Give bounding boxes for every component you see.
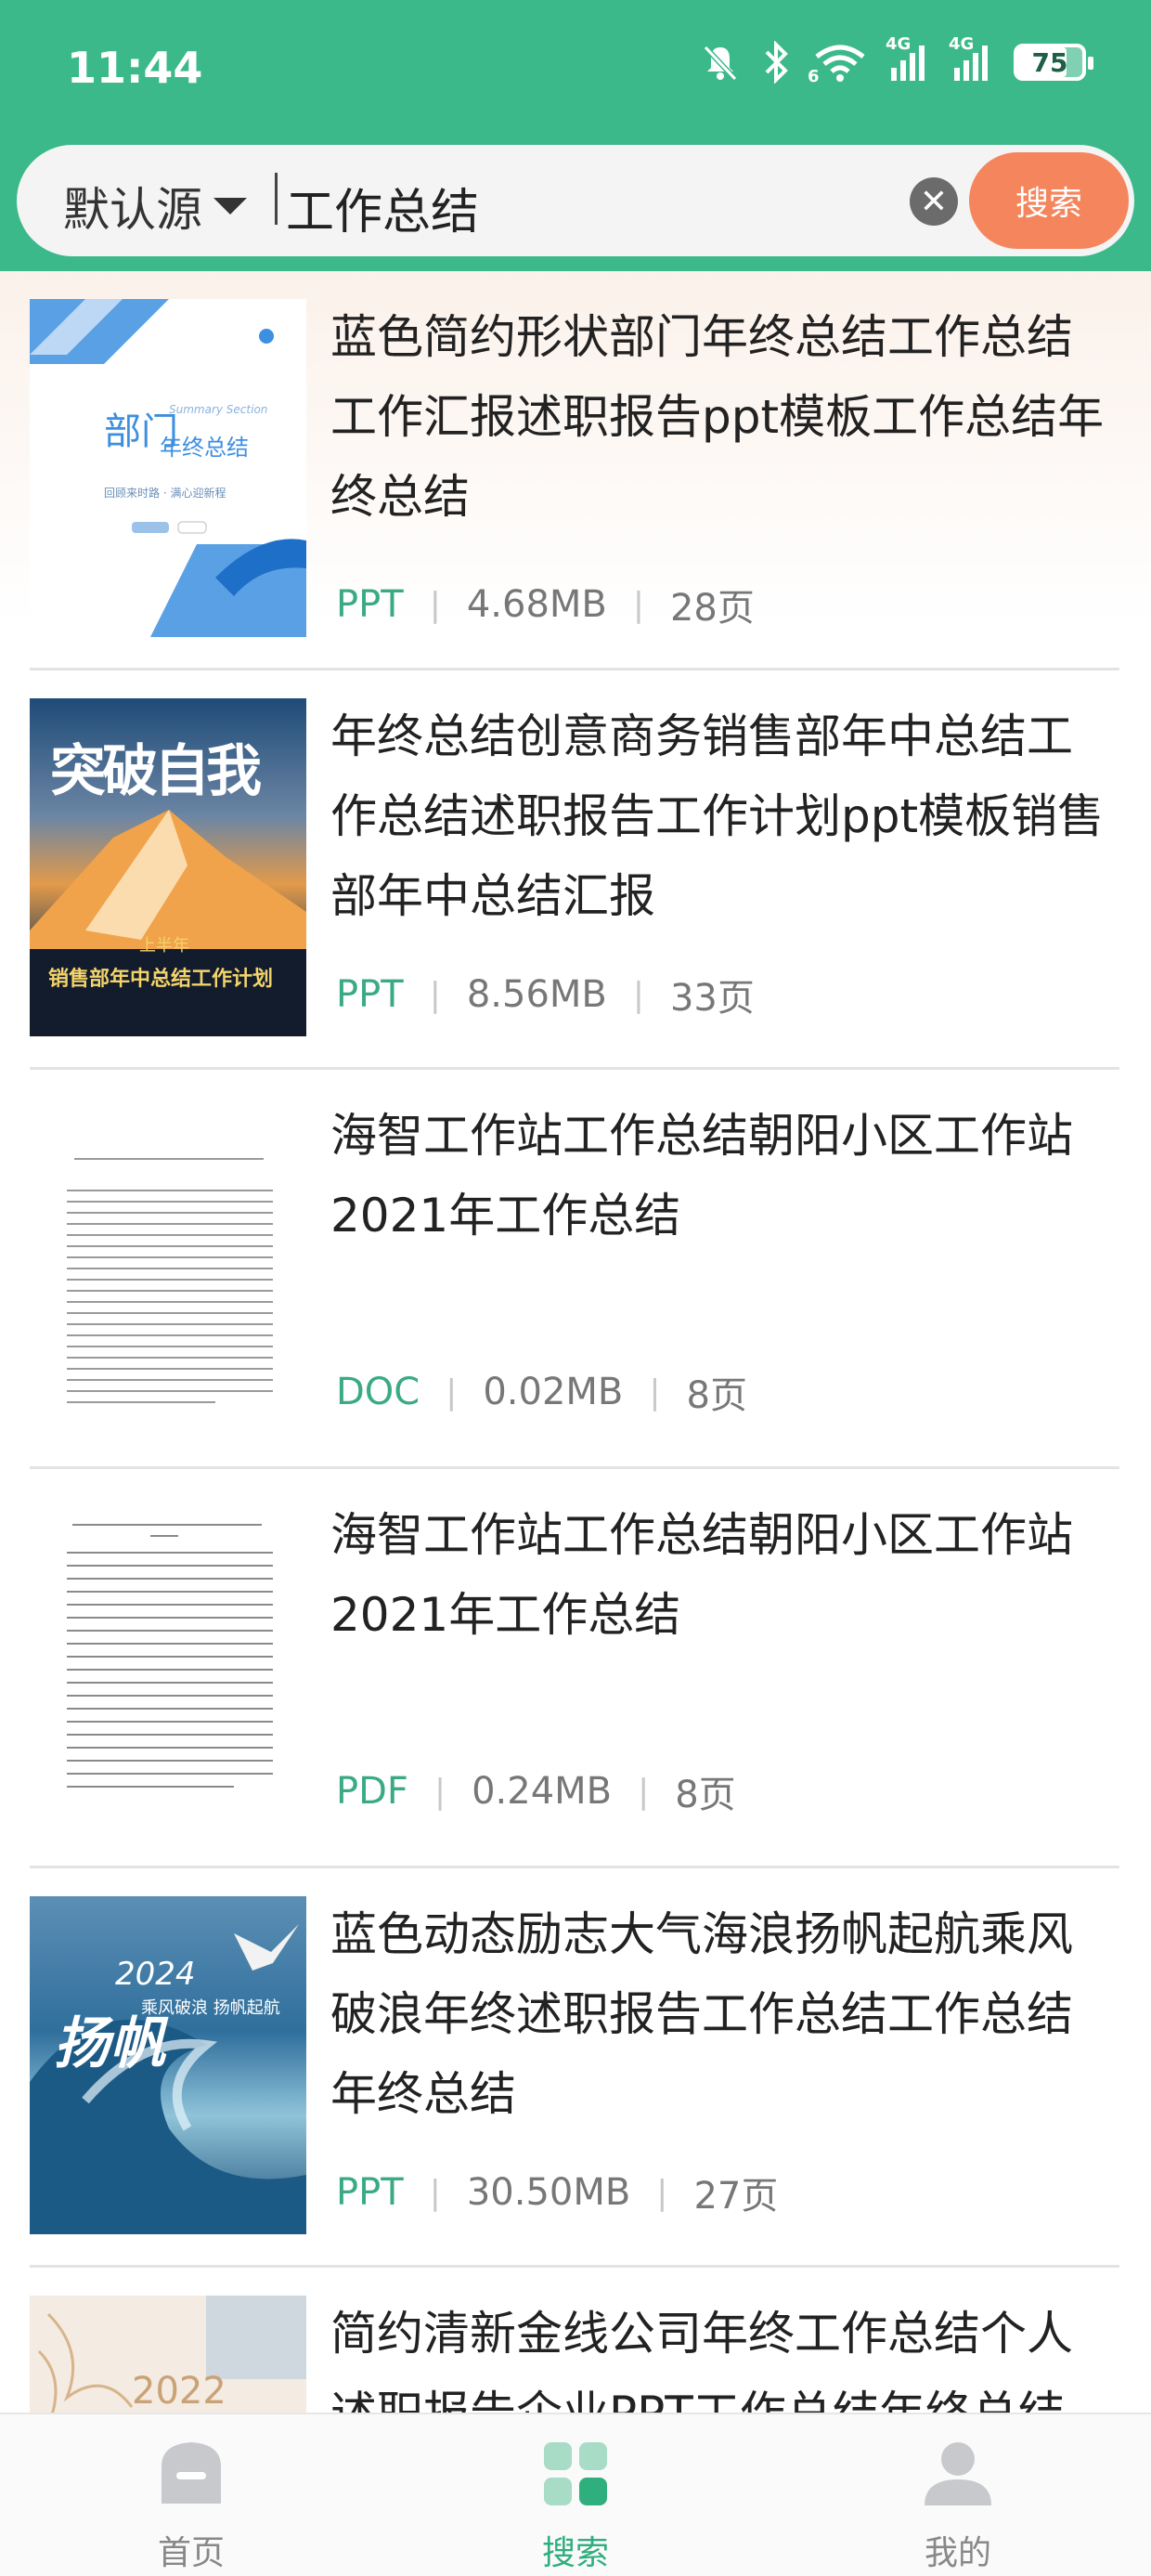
result-title[interactable]: 海智工作站工作总结朝阳小区工作站2021年工作总结 xyxy=(330,1495,1110,1655)
result-item[interactable]: 2022 简约清新金线公司年终工作总结个人述职报告企业PPT工作总结年终总结 xyxy=(0,2268,1151,2413)
file-type: DOC xyxy=(336,1371,420,1413)
result-thumbnail xyxy=(30,1497,306,1835)
page-count: 33页 xyxy=(669,977,755,1020)
meta-separator: | xyxy=(638,1772,650,1811)
result-thumbnail: 2022 xyxy=(30,2296,306,2413)
result-item[interactable]: 扬帆 2024 乘风破浪 扬帆起航 蓝色动态励志大气海浪扬帆起航乘风破浪年终述职… xyxy=(0,1868,1151,2268)
user-icon xyxy=(925,2442,991,2505)
clock: 11:44 xyxy=(67,43,203,93)
file-size: 4.68MB xyxy=(466,583,607,626)
tab-home-label: 首页 xyxy=(157,2534,225,2572)
file-size: 0.24MB xyxy=(472,1770,613,1813)
result-title[interactable]: 简约清新金线公司年终工作总结个人述职报告企业PPT工作总结年终总结 xyxy=(330,2294,1110,2413)
meta-separator: | xyxy=(429,975,441,1014)
meta-separator: | xyxy=(429,585,441,624)
signal-type-label-1: 4G xyxy=(886,34,912,54)
text-cursor xyxy=(275,173,278,225)
result-item[interactable]: 海智工作站工作总结朝阳小区工作站2021年工作总结 PDF | 0.24MB |… xyxy=(0,1469,1151,1868)
battery-level: 75 xyxy=(1031,46,1068,78)
tab-mine[interactable]: 我的 xyxy=(865,2439,1051,2574)
result-thumbnail xyxy=(30,1098,306,1436)
thumbnail-heading: 突破自我 xyxy=(50,739,262,804)
source-label: 默认源 xyxy=(63,183,202,237)
status-icons: 6 4G 4G 75 xyxy=(700,34,1093,86)
thumbnail-tag: 上半年 xyxy=(139,936,189,956)
document-page-preview xyxy=(67,1524,273,1788)
tab-mine-label: 我的 xyxy=(924,2534,991,2572)
page-count: 27页 xyxy=(693,2175,779,2218)
meta-separator: | xyxy=(433,1772,446,1811)
thumbnail-caption: 回顾来时路 · 满心迎新程 xyxy=(104,487,226,500)
result-thumbnail: 扬帆 2024 乘风破浪 扬帆起航 xyxy=(30,1896,306,2234)
meta-separator: | xyxy=(446,1373,458,1412)
result-meta: DOC | 0.02MB | 8页 xyxy=(336,1365,747,1419)
page-count: 8页 xyxy=(686,1374,747,1417)
file-size: 8.56MB xyxy=(466,973,607,1016)
result-item[interactable]: 突破自我 上半年 销售部年中总结工作计划 年终总结创意商务销售部年中总结工作总结… xyxy=(0,670,1151,1070)
tab-search-label: 搜索 xyxy=(541,2534,609,2572)
result-meta: PPT | 8.56MB | 33页 xyxy=(336,968,755,1021)
source-dropdown[interactable]: 默认源 xyxy=(63,173,247,240)
file-type: PPT xyxy=(336,583,404,626)
meta-separator: | xyxy=(656,2173,668,2212)
file-type: PDF xyxy=(336,1770,408,1813)
cell-signal-1: 4G xyxy=(886,34,930,83)
search-input[interactable]: 工作总结 xyxy=(286,173,479,242)
result-meta: PPT | 4.68MB | 28页 xyxy=(336,578,755,631)
search-button[interactable]: 搜索 xyxy=(969,152,1129,249)
result-thumbnail: 部门 年终总结 Summary Section 回顾来时路 · 满心迎新程 xyxy=(30,299,306,637)
file-type: PPT xyxy=(336,973,404,1016)
wifi-icon xyxy=(815,45,865,82)
mute-icon xyxy=(703,45,738,82)
page-count: 8页 xyxy=(675,1774,736,1816)
page-count: 28页 xyxy=(669,587,755,630)
thumbnail-subheading: 年终总结 xyxy=(160,435,249,461)
result-item[interactable]: 部门 年终总结 Summary Section 回顾来时路 · 满心迎新程 蓝色… xyxy=(0,271,1151,670)
grid-icon xyxy=(544,2442,607,2505)
thumbnail-caption: 乘风破浪 扬帆起航 xyxy=(141,1998,280,2018)
meta-separator: | xyxy=(632,585,644,624)
wifi-badge: 6 xyxy=(808,67,820,86)
home-icon xyxy=(162,2442,221,2504)
cell-signal-2: 4G xyxy=(949,34,993,83)
result-thumbnail: 突破自我 上半年 销售部年中总结工作计划 xyxy=(30,698,306,1036)
thumbnail-art xyxy=(30,299,306,637)
wifi-indicator: 6 xyxy=(808,42,867,86)
search-bar: 默认源 工作总结 ✕ 搜索 xyxy=(17,145,1134,256)
clear-search-button[interactable]: ✕ xyxy=(910,177,958,226)
tab-search[interactable]: 搜索 xyxy=(483,2439,668,2574)
close-icon: ✕ xyxy=(919,182,949,221)
result-meta: PPT | 30.50MB | 27页 xyxy=(336,2166,778,2219)
meta-separator: | xyxy=(649,1373,661,1412)
thumbnail-caption: 销售部年中总结工作计划 xyxy=(48,968,274,991)
header: 11:44 6 4G 4G 75 默认源 工作总结 ✕ 搜索 xyxy=(0,0,1151,271)
bottom-tab-bar: 首页 搜索 我的 xyxy=(0,2413,1151,2576)
result-title[interactable]: 蓝色动态励志大气海浪扬帆起航乘风破浪年终述职报告工作总结工作总结年终总结 xyxy=(330,1894,1110,2134)
meta-separator: | xyxy=(632,975,644,1014)
thumbnail-year: 2024 xyxy=(115,1956,196,1993)
file-type: PPT xyxy=(336,2171,404,2214)
result-title[interactable]: 年终总结创意商务销售部年中总结工作总结述职报告工作计划ppt模板销售部年中总结汇… xyxy=(330,696,1110,936)
result-title[interactable]: 蓝色简约形状部门年终总结工作总结工作汇报述职报告ppt模板工作总结年终总结 xyxy=(330,297,1110,537)
file-size: 30.50MB xyxy=(466,2171,631,2214)
bluetooth-icon xyxy=(765,41,788,84)
meta-separator: | xyxy=(429,2173,441,2212)
signal-type-label-2: 4G xyxy=(949,34,975,54)
result-title[interactable]: 海智工作站工作总结朝阳小区工作站2021年工作总结 xyxy=(330,1096,1110,1255)
thumbnail-year: 2022 xyxy=(132,2370,226,2413)
file-size: 0.02MB xyxy=(483,1371,624,1413)
document-page-preview xyxy=(67,1158,273,1403)
tab-home[interactable]: 首页 xyxy=(98,2439,284,2574)
status-bar: 11:44 6 4G 4G 75 xyxy=(0,0,1151,139)
result-meta: PDF | 0.24MB | 8页 xyxy=(336,1764,736,1818)
caret-down-icon xyxy=(213,198,247,215)
battery-icon: 75 xyxy=(1014,44,1093,81)
thumbnail-english: Summary Section xyxy=(169,403,268,416)
result-item[interactable]: 海智工作站工作总结朝阳小区工作站2021年工作总结 DOC | 0.02MB |… xyxy=(0,1070,1151,1469)
